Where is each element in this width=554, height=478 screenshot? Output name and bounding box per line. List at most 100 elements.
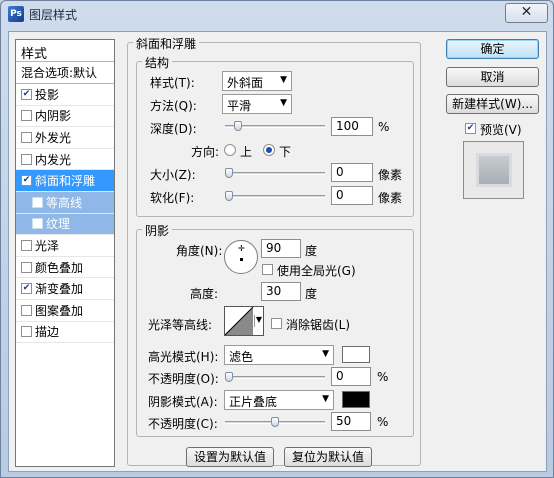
style-checkbox[interactable]: [32, 218, 43, 230]
chevron-down-icon: ▼: [280, 75, 287, 85]
shadow-opacity-input[interactable]: 50: [331, 412, 371, 431]
direction-up-radio[interactable]: [224, 144, 236, 156]
style-list-item-label: 光泽: [35, 238, 60, 253]
styles-list: 样式 混合选项:默认 ✔ 投影 内阴影 外发光 内发光 ✔ 斜面和浮雕 等高线 纹理 光泽 颜色叠加 ✔…: [15, 39, 115, 467]
highlight-opacity-unit: %: [377, 370, 389, 384]
soften-input[interactable]: 0: [331, 186, 373, 205]
set-default-button[interactable]: 设置为默认值: [186, 447, 274, 467]
style-list-item[interactable]: 外发光: [16, 127, 114, 149]
soften-slider-thumb[interactable]: [225, 191, 233, 201]
style-list-item[interactable]: 描边: [16, 322, 114, 344]
style-checkbox[interactable]: [32, 196, 43, 208]
highlight-mode-select[interactable]: 滤色 ▼: [224, 345, 334, 365]
style-checkbox[interactable]: [21, 153, 32, 165]
preview-swatch: [479, 156, 509, 184]
style-checkbox[interactable]: ✔: [21, 88, 32, 100]
style-list-item-label: 渐变叠加: [35, 282, 84, 297]
style-checkbox[interactable]: [21, 304, 32, 316]
highlight-color-swatch[interactable]: [342, 346, 370, 363]
shadow-opacity-thumb[interactable]: [271, 417, 279, 427]
direction-down-radio[interactable]: [263, 144, 275, 156]
shadow-opacity-slider[interactable]: [225, 417, 325, 427]
style-list-item[interactable]: 图案叠加: [16, 300, 114, 322]
technique-value: 平滑: [227, 99, 252, 113]
anti-aliased-checkbox[interactable]: [271, 318, 282, 329]
crosshair-icon: ✛: [238, 244, 245, 253]
structure-title: 结构: [142, 54, 173, 71]
direction-down-label[interactable]: 下: [279, 143, 291, 160]
shading-title: 阴影: [142, 222, 173, 239]
style-list-item[interactable]: 内发光: [16, 149, 114, 171]
linear-contour-icon: [225, 307, 254, 335]
size-slider-thumb[interactable]: [225, 168, 233, 178]
style-list-item[interactable]: ✔ 投影: [16, 84, 114, 106]
depth-slider[interactable]: [225, 121, 325, 131]
preview-thumbnail: [463, 141, 524, 199]
style-checkbox[interactable]: ✔: [21, 175, 32, 187]
size-slider[interactable]: [225, 168, 325, 178]
chevron-down-icon: ▼: [322, 394, 329, 404]
angle-dial[interactable]: ✛: [224, 240, 258, 274]
angle-dial-center: [240, 258, 243, 261]
soften-slider[interactable]: [225, 191, 325, 201]
reset-default-button[interactable]: 复位为默认值: [284, 447, 372, 467]
style-checkbox[interactable]: [21, 261, 32, 273]
cancel-button[interactable]: 取消: [446, 67, 539, 87]
angle-input[interactable]: 90: [261, 239, 301, 258]
preview-checkbox[interactable]: ✔: [465, 123, 476, 134]
style-list-item-label: 描边: [35, 325, 60, 340]
size-label: 大小(Z):: [150, 168, 196, 182]
style-checkbox[interactable]: [21, 326, 32, 338]
style-list-item-label: 图案叠加: [35, 303, 84, 318]
soften-label: 软化(F):: [150, 191, 195, 205]
highlight-opacity-input[interactable]: 0: [331, 367, 371, 386]
dialog-body: 样式 混合选项:默认 ✔ 投影 内阴影 外发光 内发光 ✔ 斜面和浮雕 等高线 纹理 光泽 颜色叠加 ✔…: [8, 31, 547, 472]
new-style-button[interactable]: 新建样式(W)...: [446, 94, 539, 114]
style-checkbox[interactable]: [21, 110, 32, 122]
bevel-emboss-title: 斜面和浮雕: [133, 35, 200, 52]
style-list-item[interactable]: 内阴影: [16, 106, 114, 128]
global-light-label[interactable]: 使用全局光(G): [277, 262, 356, 279]
direction-label: 方向:: [191, 145, 220, 159]
highlight-opacity-thumb[interactable]: [225, 372, 233, 382]
size-input[interactable]: 0: [331, 163, 373, 182]
chevron-down-icon: ▼: [280, 98, 287, 108]
styles-list-header[interactable]: 样式: [16, 40, 114, 62]
shading-group: 阴影 角度(N): ✛ 90 度 使用全局光(G) 高度: 30 度 光泽等高线…: [136, 222, 414, 437]
direction-up-label[interactable]: 上: [240, 143, 252, 160]
style-list-item-label: 斜面和浮雕: [35, 174, 96, 189]
bevel-emboss-group: 斜面和浮雕 结构 样式(T): 外斜面 ▼ 方法(Q): 平滑 ▼ 深度(D):: [127, 35, 421, 467]
title-bar[interactable]: Ps 图层样式 ✕: [1, 1, 553, 27]
photoshop-app-icon: Ps: [8, 6, 24, 22]
style-list-item[interactable]: ✔ 渐变叠加: [16, 278, 114, 300]
highlight-opacity-slider[interactable]: [225, 372, 325, 382]
chevron-down-icon: ▼: [322, 349, 329, 359]
depth-label: 深度(D):: [150, 122, 197, 136]
style-checkbox[interactable]: ✔: [21, 283, 32, 295]
style-list-item[interactable]: 混合选项:默认: [16, 62, 114, 84]
soften-unit: 像素: [378, 191, 403, 205]
technique-select[interactable]: 平滑 ▼: [222, 94, 292, 114]
depth-input[interactable]: 100: [331, 117, 373, 136]
close-button[interactable]: ✕: [505, 3, 548, 23]
shadow-mode-select[interactable]: 正片叠底 ▼: [224, 390, 334, 410]
gloss-contour-picker[interactable]: ▼: [224, 306, 264, 336]
style-list-item[interactable]: ✔ 斜面和浮雕: [16, 170, 114, 192]
bevel-style-select[interactable]: 外斜面 ▼: [222, 71, 292, 91]
global-light-checkbox[interactable]: [262, 264, 273, 275]
style-checkbox[interactable]: [21, 239, 32, 251]
style-list-item[interactable]: 光泽: [16, 235, 114, 257]
anti-aliased-label[interactable]: 消除锯齿(L): [286, 316, 350, 333]
ok-button[interactable]: 确定: [446, 39, 539, 59]
style-checkbox[interactable]: [21, 131, 32, 143]
altitude-input[interactable]: 30: [261, 282, 301, 301]
shadow-color-swatch[interactable]: [342, 391, 370, 408]
shadow-opacity-unit: %: [377, 415, 389, 429]
style-list-item[interactable]: 纹理: [16, 213, 114, 236]
style-list-item[interactable]: 颜色叠加: [16, 257, 114, 279]
depth-slider-thumb[interactable]: [234, 121, 243, 131]
style-list-item[interactable]: 等高线: [16, 191, 114, 214]
technique-label: 方法(Q):: [150, 99, 197, 113]
highlight-opacity-label: 不透明度(O):: [148, 372, 219, 386]
preview-label[interactable]: 预览(V): [480, 121, 522, 138]
